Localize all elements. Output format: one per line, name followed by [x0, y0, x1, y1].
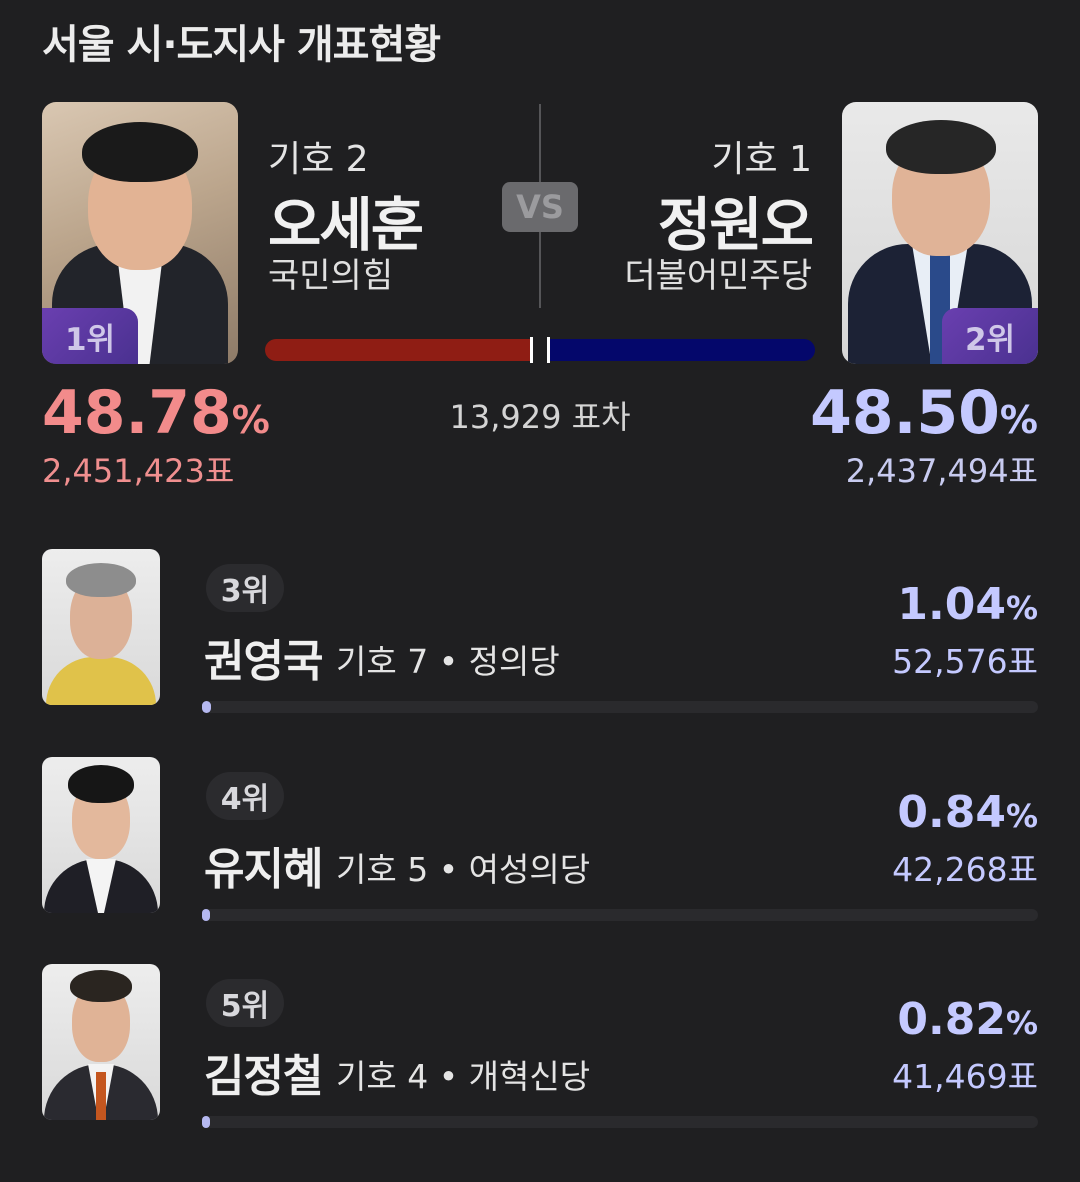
vote-share-fill — [202, 701, 211, 713]
leader-votes: 2,451,423표 — [42, 452, 235, 490]
candidate-name: 김정철 — [204, 1051, 323, 1102]
leader-percent: 48.78% — [42, 378, 270, 448]
vs-badge: VS — [502, 182, 578, 232]
candidate-row[interactable]: 3위 권영국 기호 7 • 정의당 1.04% 52,576표 — [0, 549, 1080, 739]
vote-share-fill — [202, 909, 210, 921]
bar-divider-left — [530, 337, 533, 363]
runner-up-votes: 2,437,494표 — [845, 452, 1038, 490]
page-title: 서울 시·도지사 개표현황 — [42, 22, 441, 68]
rank-badge: 4위 — [206, 772, 284, 820]
candidate-photo-leader[interactable]: 1위 — [42, 102, 238, 364]
candidate-photo — [42, 757, 160, 913]
bar-divider-right — [547, 337, 550, 363]
candidate-percent: 0.84% — [897, 787, 1038, 838]
candidate-votes: 52,576표 — [892, 642, 1038, 681]
candidate-party: 기호 4 • 개혁신당 — [336, 1057, 591, 1096]
vote-share-bar — [202, 701, 1038, 713]
candidate-photo — [42, 964, 160, 1120]
candidate-name: 유지혜 — [204, 844, 323, 895]
leader-party: 국민의힘 — [268, 256, 394, 296]
leader-number: 기호 2 — [268, 139, 369, 180]
candidate-party: 기호 5 • 여성의당 — [336, 850, 591, 889]
vote-share-bar — [202, 909, 1038, 921]
rank-badge-runner-up: 2위 — [942, 308, 1038, 364]
rank-badge-leader: 1위 — [42, 308, 138, 364]
candidate-name: 권영국 — [204, 636, 323, 687]
candidate-photo — [42, 549, 160, 705]
candidate-percent: 1.04% — [897, 579, 1038, 630]
candidate-votes: 42,268표 — [892, 850, 1038, 889]
runner-up-party: 더불어민주당 — [624, 256, 812, 296]
vote-share-fill — [202, 1116, 210, 1128]
candidate-percent: 0.82% — [897, 994, 1038, 1045]
rank-badge: 5위 — [206, 979, 284, 1027]
candidate-row[interactable]: 5위 김정철 기호 4 • 개혁신당 0.82% 41,469표 — [0, 964, 1080, 1154]
candidate-row[interactable]: 4위 유지혜 기호 5 • 여성의당 0.84% 42,268표 — [0, 757, 1080, 947]
vote-share-bar — [202, 1116, 1038, 1128]
runner-up-percent: 48.50% — [810, 378, 1038, 448]
candidate-party: 기호 7 • 정의당 — [336, 642, 560, 681]
runner-up-number: 기호 1 — [711, 139, 812, 180]
runner-up-vote-bar — [549, 339, 815, 361]
leader-vote-bar — [265, 339, 533, 361]
rank-badge: 3위 — [206, 564, 284, 612]
candidate-photo-runner-up[interactable]: 2위 — [842, 102, 1038, 364]
candidate-votes: 41,469표 — [892, 1057, 1038, 1096]
